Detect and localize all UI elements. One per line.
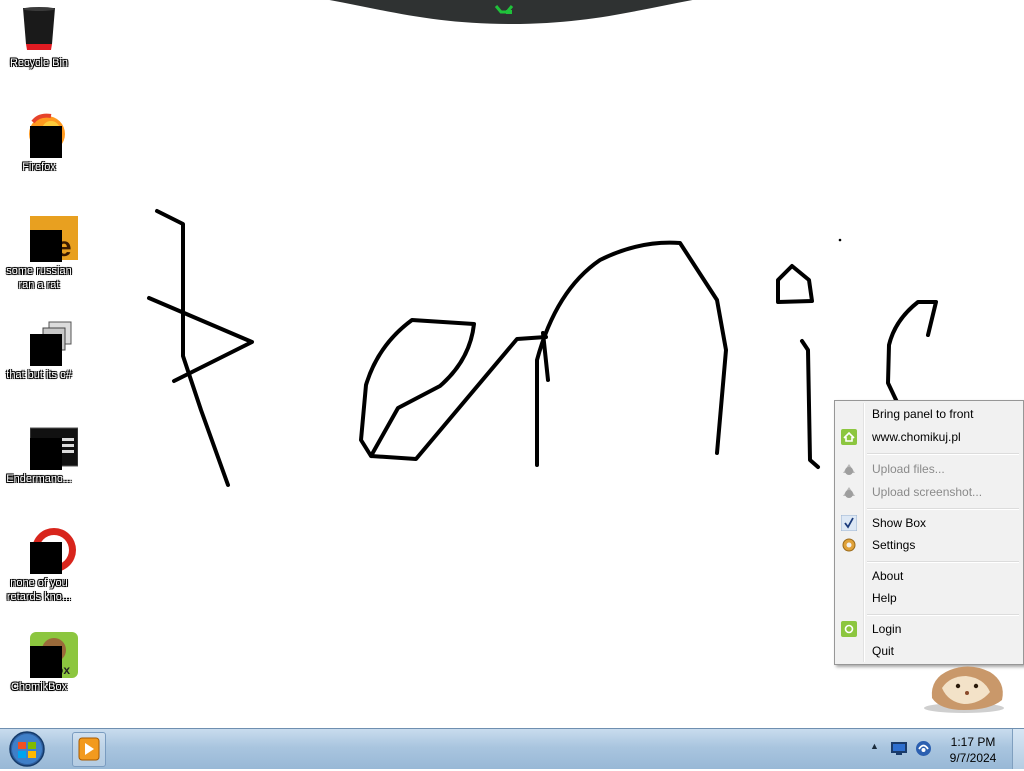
show-hidden-icons-chevron-up-icon[interactable]: ▲	[870, 741, 879, 751]
menu-separator	[867, 614, 1019, 616]
menu-item-chomikuj-website[interactable]: www.chomikuj.pl	[837, 426, 1021, 448]
menu-item-upload-files[interactable]: Upload files...	[837, 458, 1021, 480]
menu-separator	[867, 561, 1019, 563]
media-player-icon	[78, 737, 100, 761]
upload-screenshot-icon	[843, 487, 855, 498]
upload-icon	[843, 464, 855, 475]
taskbar: ▲ 1:17 PM 9/7/2024	[0, 728, 1024, 769]
menu-separator	[867, 453, 1019, 455]
network-icon[interactable]	[891, 742, 907, 755]
menu-item-help[interactable]: Help	[837, 587, 1021, 609]
show-desktop-button[interactable]	[1012, 729, 1024, 769]
menu-item-settings[interactable]: Settings	[837, 534, 1021, 556]
chomikbox-hamster-icon[interactable]	[920, 658, 1010, 714]
login-icon	[841, 621, 857, 637]
menu-separator	[867, 508, 1019, 510]
checkmark-icon	[841, 515, 857, 531]
windows-start-icon[interactable]	[6, 730, 48, 768]
gear-icon	[842, 538, 856, 552]
clock-date: 9/7/2024	[949, 751, 997, 765]
menu-item-upload-screenshot[interactable]: Upload screenshot...	[837, 481, 1021, 503]
clock-time: 1:17 PM	[950, 735, 996, 749]
chomikbox-tray-menu: Bring panel to front www.chomikuj.pl Upl…	[834, 400, 1024, 665]
chomikbox-tray-icon[interactable]	[915, 740, 932, 757]
taskbar-media-player-button[interactable]	[72, 732, 106, 767]
menu-item-about[interactable]: About	[837, 565, 1021, 587]
system-clock[interactable]: 1:17 PM 9/7/2024	[940, 734, 1006, 766]
menu-item-login[interactable]: Login	[837, 618, 1021, 640]
menu-item-bring-panel-to-front[interactable]: Bring panel to front	[837, 403, 1021, 425]
home-icon	[841, 429, 857, 445]
menu-item-show-box[interactable]: Show Box	[837, 512, 1021, 534]
